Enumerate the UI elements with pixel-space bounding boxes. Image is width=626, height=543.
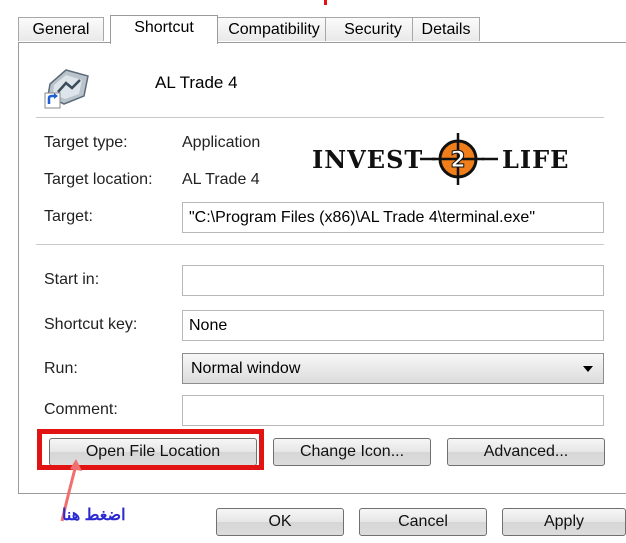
- target-location-label: Target location:: [44, 171, 153, 188]
- separator-top: [36, 117, 604, 118]
- chevron-down-icon: [583, 366, 593, 372]
- invest2life-logo: INVEST 2 LIFE: [312, 133, 569, 185]
- target-label: Target:: [44, 208, 93, 225]
- ok-button[interactable]: OK: [216, 508, 344, 536]
- cancel-button[interactable]: Cancel: [359, 508, 487, 536]
- shortcut-key-field[interactable]: None: [182, 310, 604, 341]
- click-here-hint: اضغط هنا: [62, 507, 126, 524]
- tab-security[interactable]: Security: [325, 17, 421, 41]
- run-dropdown-value: Normal window: [191, 360, 301, 377]
- start-in-label: Start in:: [44, 271, 100, 288]
- logo-text-invest: INVEST: [312, 145, 423, 174]
- tab-details[interactable]: Details: [412, 17, 480, 41]
- target-field[interactable]: "C:\Program Files (x86)\AL Trade 4\termi…: [182, 202, 604, 233]
- run-dropdown[interactable]: Normal window: [182, 353, 604, 384]
- advanced-button[interactable]: Advanced...: [447, 438, 605, 466]
- target-location-value: AL Trade 4: [182, 171, 260, 188]
- target-type-value: Application: [182, 134, 261, 151]
- trading-app-icon: [44, 69, 89, 109]
- logo-text-2: 2: [450, 148, 465, 173]
- tab-bar: General Shortcut Compatibility Security …: [18, 15, 480, 44]
- comment-label: Comment:: [44, 401, 118, 418]
- start-in-field[interactable]: [182, 265, 604, 296]
- tab-compatibility[interactable]: Compatibility: [204, 17, 344, 41]
- run-label: Run:: [44, 360, 78, 377]
- top-red-mark: [324, 0, 327, 5]
- tab-general[interactable]: General: [18, 17, 104, 41]
- app-name: AL Trade 4: [155, 73, 238, 92]
- logo-text-life: LIFE: [502, 145, 569, 174]
- shortcut-key-label: Shortcut key:: [44, 316, 138, 333]
- target-type-label: Target type:: [44, 134, 128, 151]
- comment-field[interactable]: [182, 395, 604, 426]
- tab-shortcut[interactable]: Shortcut: [110, 15, 218, 44]
- change-icon-button[interactable]: Change Icon...: [273, 438, 431, 466]
- apply-button[interactable]: Apply: [502, 508, 626, 536]
- separator-middle: [36, 244, 604, 245]
